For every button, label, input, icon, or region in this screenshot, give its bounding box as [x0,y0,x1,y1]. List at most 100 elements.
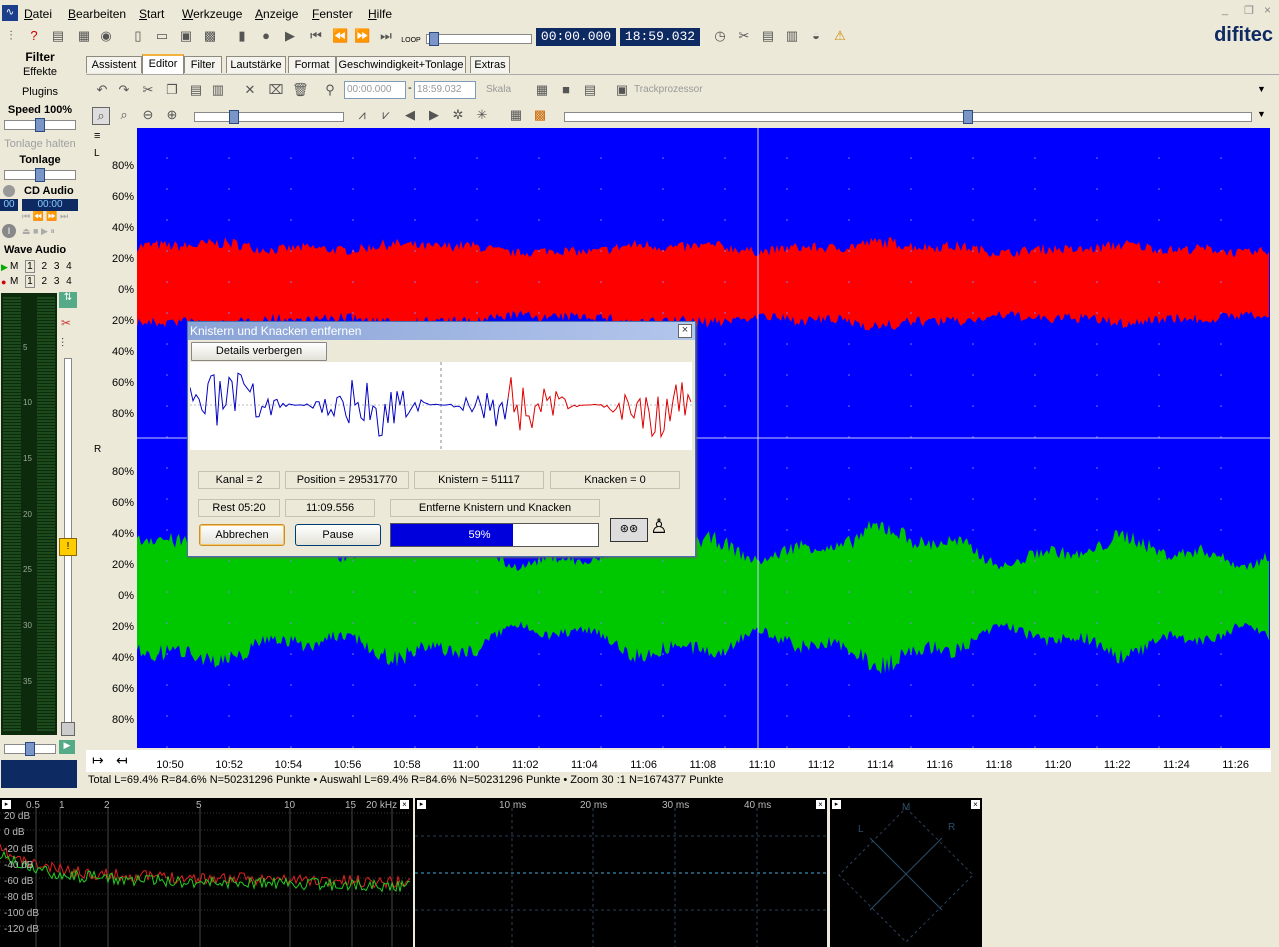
save-icon[interactable]: ▣ [178,28,194,44]
cd-transport-icons[interactable]: ⏮ ⏪ ⏩ ⏭ [22,211,68,222]
grid-icon[interactable]: ▦ [534,82,550,98]
zoom-slider-thumb[interactable] [229,110,239,124]
table-icon[interactable]: ▤ [582,82,598,98]
fade-out-icon[interactable]: ▶ [426,107,442,123]
properties-icon[interactable]: ▦ [76,28,92,44]
spectrum-menu-icon[interactable]: ▸ [2,800,11,809]
editbar-dropdown-icon[interactable]: ▼ [1257,84,1266,94]
crop-icon[interactable]: ⌧ [268,82,284,98]
close-icon[interactable]: × [1264,3,1271,17]
dialog-title-bar[interactable]: Knistern und Knacken entfernen [188,322,695,340]
skala-label[interactable]: Skala [486,84,511,95]
warning-icon[interactable]: ⚠ [832,28,848,44]
minimize-icon[interactable]: _ [1222,4,1228,16]
reverse-icon[interactable]: ✳ [474,107,490,123]
rec-channel-row[interactable]: M 1 2 3 4 [10,275,72,288]
menu-hilfe[interactable]: Hilfe [368,7,392,21]
menu-start[interactable]: Start [139,7,164,21]
speed-slider-thumb[interactable] [35,118,45,132]
menu-lines-icon[interactable]: ≡ [94,130,100,142]
zoom-in-icon[interactable]: ⊕ [164,107,180,123]
balance-slider[interactable] [4,742,56,756]
color-palette-icon[interactable]: ▩ [532,107,548,123]
scope-menu-icon[interactable]: ▸ [417,800,426,809]
play-2[interactable]: 2 [41,261,47,272]
book-open-icon[interactable]: ▥ [784,28,800,44]
scroll-slider-thumb[interactable] [963,110,973,124]
paste-icon[interactable]: ▤ [188,82,204,98]
meter-mixer-icon[interactable]: ⫶ [61,336,64,351]
gonio-close-icon[interactable]: × [971,800,980,809]
mixer-icon[interactable]: ⫶ [3,28,19,44]
burn-icon[interactable]: ◒ [808,28,824,44]
view-grid-icon[interactable]: ▦ [508,107,524,123]
selection-start-icon[interactable]: ↦ [92,752,104,769]
rec-3[interactable]: 3 [54,276,60,287]
tab-extras[interactable]: Extras [470,56,510,73]
selection-end-icon[interactable]: ↤ [116,752,128,769]
loop-button[interactable]: LOOP [400,28,422,46]
spectrum-close-icon[interactable]: × [400,800,409,809]
tonlage-slider[interactable] [4,168,76,182]
redo-icon[interactable]: ↷ [116,82,132,98]
new-file-icon[interactable]: ▯ [130,28,146,44]
zoom-out-icon[interactable]: ⊖ [140,107,156,123]
editbar-dropdown2-icon[interactable]: ▼ [1257,109,1266,119]
tonlage-slider-thumb[interactable] [35,168,45,182]
goniometer-panel[interactable]: ▸ × M L R [830,798,982,947]
undo-icon[interactable]: ↶ [94,82,110,98]
cancel-button[interactable]: Abbrechen [199,524,285,546]
trackprozessor-label[interactable]: Trackprozessor [634,84,703,95]
stop-icon[interactable]: ▮ [234,28,250,44]
menu-bearbeiten[interactable]: Bearbeiten [68,7,126,21]
tab-geschwindigkeit[interactable]: Geschwindigkeit+Tonlage [336,56,466,73]
tab-editor[interactable]: Editor [142,54,184,75]
play-3[interactable]: 3 [54,261,60,272]
tab-format[interactable]: Format [288,56,336,73]
dialog-close-icon[interactable]: × [678,324,692,338]
help-icon[interactable]: ? [26,28,42,44]
copy-icon[interactable]: ❐ [164,82,180,98]
invert-icon[interactable]: ✲ [450,107,466,123]
selection-start-input[interactable]: 00:00.000 [344,81,406,99]
cut-icon[interactable]: ✂ [140,82,156,98]
timer-icon[interactable]: ◷ [712,28,728,44]
menu-datei[interactable]: Datei [24,7,52,21]
position-slider[interactable] [426,32,532,46]
play-small-icon[interactable]: ▶ [59,740,75,754]
rec-2[interactable]: 2 [41,276,47,287]
tab-filter[interactable]: Filter [184,56,222,73]
play-m[interactable]: M [10,261,18,272]
position-slider-thumb[interactable] [429,32,439,46]
tools-icon[interactable]: ✂ [736,28,752,44]
rec-m[interactable]: M [10,276,18,287]
restore-icon[interactable]: ❐ [1244,4,1254,17]
volume-fader-thumb[interactable] [61,722,75,736]
to-start-icon[interactable]: ⏮ [308,28,324,44]
fast-forward-icon[interactable]: ⏩ [354,28,370,44]
block-icon[interactable]: ■ [558,82,574,98]
rewind-icon[interactable]: ⏪ [332,28,348,44]
marker-icon[interactable]: ⚲ [322,82,338,98]
power-icon[interactable]: I [2,224,16,238]
meter-tools-icon[interactable]: ✂ [61,316,71,330]
zoom-all-icon[interactable]: ⌕ [116,107,132,123]
selection-end-input[interactable]: 18:59.032 [414,81,476,99]
play-icon[interactable]: ▶ [282,28,298,44]
save-as-icon[interactable]: ▩ [202,28,218,44]
record-icon[interactable]: ● [258,28,274,44]
normalize-icon[interactable]: ⩘ [354,107,370,123]
tab-lautstaerke[interactable]: Lautstärke [226,56,286,73]
menu-anzeige[interactable]: Anzeige [255,7,298,21]
delete-icon[interactable]: 🗑 [292,82,309,98]
app-icon[interactable]: ∿ [2,5,18,21]
zoom-slider[interactable] [194,110,344,124]
details-toggle-button[interactable]: Details verbergen [191,342,327,361]
oscilloscope-panel[interactable]: ▸ × 10 ms 20 ms 30 ms 40 ms [415,798,827,947]
cd-icon[interactable]: ◉ [98,28,114,44]
scope-close-icon[interactable]: × [816,800,825,809]
scroll-slider[interactable] [564,110,1252,124]
menu-fenster[interactable]: Fenster [312,7,353,21]
zoom-fit-icon[interactable]: ⌕ [92,107,110,125]
play-1[interactable]: 1 [25,260,35,273]
